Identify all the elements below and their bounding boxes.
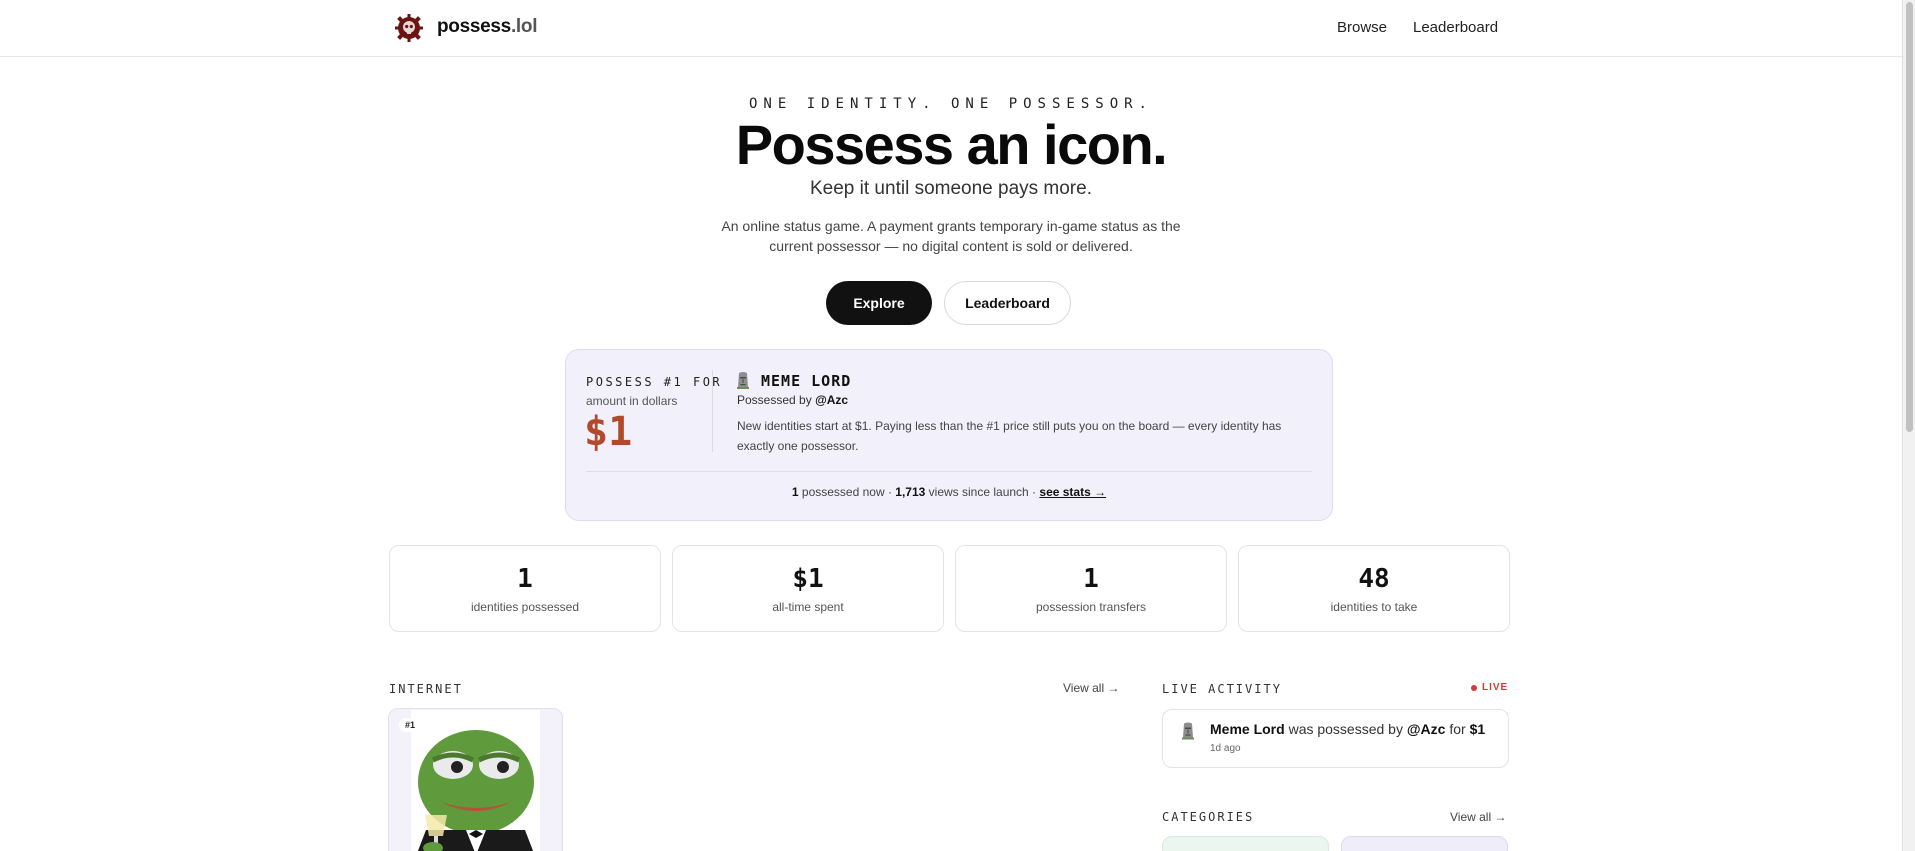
activity-user[interactable]: @Azc [1407,721,1446,737]
activity-identity[interactable]: Meme Lord [1210,721,1285,737]
live-activity-title: LIVE ACTIVITY [1162,682,1282,696]
hero-description: An online status game. A payment grants … [721,218,1181,254]
internet-section-title: INTERNET [389,682,463,696]
hero-subtitle: Keep it until someone pays more. [810,178,1092,199]
stat-label: all-time spent [772,600,844,614]
amount-label: amount in dollars [586,394,678,408]
live-badge: LIVE [1471,682,1508,693]
stat-card-identities-to-take: 48 identities to take [1238,545,1510,632]
possessor-handle[interactable]: @Azc [815,393,848,407]
top-nav: possess.lol Browse Leaderboard [0,0,1902,57]
possess-info-text: New identities start at $1. Paying less … [737,419,1282,453]
activity-text: Meme Lord was possessed by @Azc for $1 [1210,721,1485,737]
skull-seal-icon[interactable] [395,14,423,42]
stat-value: $1 [792,564,824,594]
leaderboard-button[interactable]: Leaderboard [944,281,1071,325]
rank-badge: #1 [399,718,422,732]
category-card[interactable] [1162,836,1329,851]
activity-item[interactable]: Meme Lord was possessed by @Azc for $1 1… [1162,709,1509,768]
see-stats-link[interactable]: see stats → [1039,485,1106,499]
stat-card-identities-possessed: 1 identities possessed [389,545,661,632]
stat-label: identities possessed [470,600,580,614]
identity-name[interactable]: MEME LORD [761,372,851,390]
activity-amount: $1 [1469,721,1486,737]
internet-view-all-link[interactable]: View all → [1063,681,1119,695]
moai-icon [737,372,749,389]
explore-button[interactable]: Explore [826,281,932,325]
views-count: 1,713 [895,485,926,499]
live-dot-icon [1471,684,1477,691]
nav-browse-link[interactable]: Browse [1337,19,1387,36]
activity-verb: was possessed by [1288,721,1403,737]
live-badge-label: LIVE [1482,682,1509,693]
possess-rank-label: POSSESS #1 FOR [586,375,723,389]
nav-leaderboard-link[interactable]: Leaderboard [1413,19,1498,36]
stat-value: 1 [517,564,533,594]
category-card[interactable] [1341,836,1508,851]
moai-icon [1182,722,1194,740]
hero-eyebrow: ONE IDENTITY. ONE POSSESSOR. [748,96,1153,112]
stat-value: 48 [1358,564,1390,594]
stat-value: 1 [1083,564,1099,594]
activity-for: for [1449,721,1466,737]
brand-logo[interactable]: possess.lol [437,16,538,38]
stat-card-all-time-spent: $1 all-time spent [672,545,944,632]
possess-price: $1 [584,409,633,455]
possess-stats-line: 1 possessed now · 1,713 views since laun… [566,485,1332,499]
stat-label: identities to take [1330,600,1418,614]
stat-label: possession transfers [1035,600,1147,614]
brand-name: possess [437,16,511,37]
scrollbar-thumb[interactable] [1906,2,1913,432]
card-divider-horizontal [586,471,1312,472]
page-scrollbar[interactable] [1902,0,1915,851]
possessed-count: 1 [791,485,799,499]
categories-view-all-link[interactable]: View all → [1450,810,1506,824]
card-divider [712,370,713,452]
brand-tld: .lol [510,16,538,37]
hero-title: Possess an icon. [735,113,1168,176]
internet-identity-card[interactable]: #1 [388,708,563,851]
views-count-text: views since launch · [928,485,1037,499]
possessed-by: Possessed by @Azc [737,393,848,407]
possess-card[interactable]: POSSESS #1 FOR amount in dollars $1 MEME… [565,349,1333,521]
categories-title: CATEGORIES [1162,810,1255,824]
stat-card-possession-transfers: 1 possession transfers [955,545,1227,632]
possessed-count-text: possessed now · [801,485,892,499]
possessed-by-prefix: Possessed by [737,393,812,407]
pepe-frog-tuxedo-image [411,710,540,851]
activity-time: 1d ago [1210,743,1241,754]
